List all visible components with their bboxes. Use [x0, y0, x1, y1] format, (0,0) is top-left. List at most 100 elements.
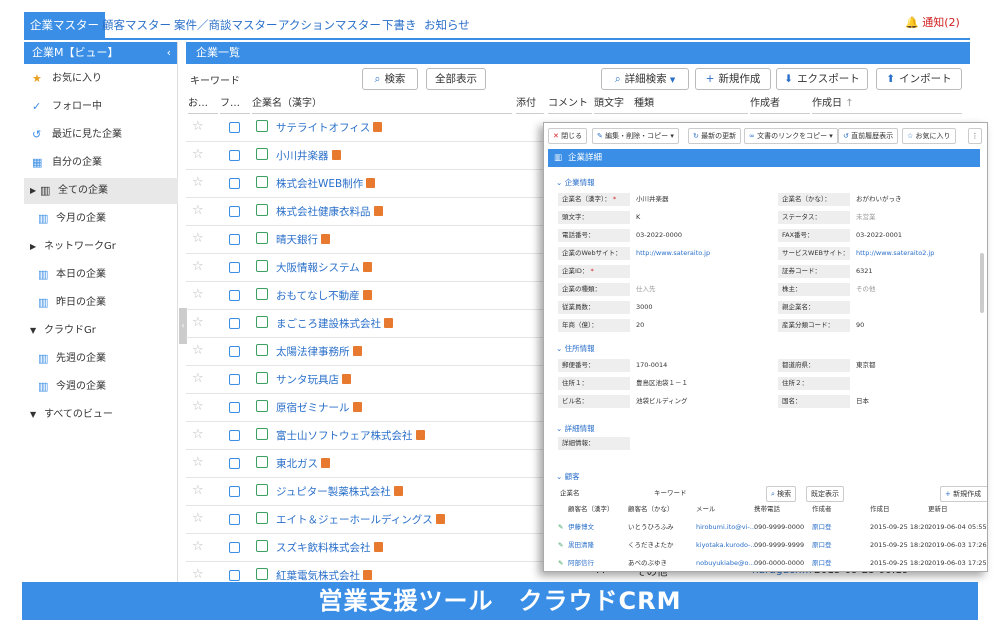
sidebar-item-this-month[interactable]: ▥ 今月の企業	[24, 206, 178, 232]
contact-cell[interactable]: hirobumi.ito@vi-…	[696, 521, 756, 533]
copy-link-button[interactable]: ∞ 文書のリンクをコピー ▾	[744, 128, 838, 144]
follow-checkbox[interactable]	[229, 234, 240, 245]
edit-icon[interactable]	[256, 372, 268, 384]
sidebar-item-cloud-gr[interactable]: ▼ クラウドGr	[24, 318, 178, 344]
follow-checkbox[interactable]	[229, 514, 240, 525]
sidebar-item-following[interactable]: ✓ フォロー中	[24, 94, 178, 120]
company-name-link[interactable]: 株式会社WEB制作	[276, 170, 376, 198]
col-author[interactable]: 作成者	[750, 94, 810, 114]
star-icon[interactable]: ☆	[192, 119, 204, 134]
edit-icon[interactable]	[256, 316, 268, 328]
edit-icon[interactable]	[256, 120, 268, 132]
company-name-link[interactable]: サテライトオフィス	[276, 114, 383, 142]
follow-checkbox[interactable]	[229, 430, 240, 441]
col-initial[interactable]: 頭文字	[594, 94, 634, 114]
tab-action-master[interactable]: アクションマスター	[272, 12, 387, 38]
col-attachment[interactable]: 添付	[516, 94, 544, 114]
star-icon[interactable]: ☆	[192, 175, 204, 190]
edit-icon[interactable]	[256, 428, 268, 440]
follow-checkbox[interactable]	[229, 318, 240, 329]
contact-cell[interactable]: 原口登	[812, 557, 832, 569]
sidebar-item-network-gr[interactable]: ▶ ネットワークGr	[24, 234, 178, 260]
tab-news[interactable]: お知らせ	[418, 12, 476, 38]
star-icon[interactable]: ☆	[192, 455, 204, 470]
close-button[interactable]: ✕ 閉じる	[548, 128, 588, 144]
field-value[interactable]: http://www.sateraito2.jp	[856, 247, 934, 260]
follow-checkbox[interactable]	[229, 570, 240, 581]
company-name-link[interactable]: 原宿ゼミナール	[276, 394, 362, 422]
section-company-info[interactable]: ⌄ 企業情報	[556, 177, 595, 188]
follow-checkbox[interactable]	[229, 290, 240, 301]
edit-menu-button[interactable]: ✎ 編集・削除・コピー ▾	[592, 128, 679, 144]
contact-cell[interactable]: 原口登	[812, 539, 832, 551]
export-button[interactable]: ⬇ エクスポート	[776, 68, 868, 90]
star-icon[interactable]: ☆	[192, 371, 204, 386]
contact-new-button[interactable]: + 新規作成	[940, 486, 987, 502]
star-icon[interactable]: ☆	[192, 539, 204, 554]
company-name-link[interactable]: 大阪情報システム	[276, 254, 372, 282]
more-menu-button[interactable]: ⋮	[968, 128, 982, 144]
col-favorite[interactable]: お…	[188, 94, 218, 114]
star-icon[interactable]: ☆	[192, 231, 204, 246]
star-icon[interactable]: ☆	[192, 343, 204, 358]
edit-icon[interactable]	[256, 148, 268, 160]
edit-icon[interactable]	[256, 456, 268, 468]
field-value[interactable]: http://www.sateraito.jp	[636, 247, 710, 260]
detail-scrollbar[interactable]	[980, 253, 984, 313]
star-icon[interactable]: ☆	[192, 259, 204, 274]
follow-checkbox[interactable]	[229, 178, 240, 189]
edit-icon[interactable]	[256, 232, 268, 244]
company-name-link[interactable]: 晴天銀行	[276, 226, 330, 254]
edit-icon[interactable]	[256, 568, 268, 580]
edit-icon[interactable]	[256, 176, 268, 188]
sidebar-item-last-week[interactable]: ▥ 先週の企業	[24, 346, 178, 372]
contact-cell[interactable]: 伊藤博文	[568, 521, 594, 533]
edit-icon[interactable]	[256, 484, 268, 496]
contact-cell[interactable]: 黒田清隆	[568, 539, 594, 551]
star-icon[interactable]: ☆	[192, 315, 204, 330]
contact-cell[interactable]: 原口登	[812, 521, 832, 533]
sidebar-item-this-week[interactable]: ▥ 今週の企業	[24, 374, 178, 400]
collapse-icon[interactable]: ‹	[167, 42, 171, 64]
contact-cell[interactable]: nobuyukiabe@o…	[696, 557, 755, 569]
follow-checkbox[interactable]	[229, 262, 240, 273]
sidebar-item-mine[interactable]: ▦ 自分の企業	[24, 150, 178, 176]
sidebar-item-favorites[interactable]: ★ お気に入り	[24, 66, 178, 92]
tab-deal-master[interactable]: 案件／商談マスター	[168, 12, 284, 38]
star-icon[interactable]: ☆	[192, 287, 204, 302]
edit-icon[interactable]	[256, 512, 268, 524]
tab-customer-master[interactable]: 顧客マスター	[96, 12, 177, 38]
col-follow[interactable]: フ…	[220, 94, 250, 114]
sidebar-item-recent[interactable]: ↺ 最近に見た企業	[24, 122, 178, 148]
col-created[interactable]: 作成日 ↑	[812, 94, 962, 114]
contact-cell[interactable]: 阿部信行	[568, 557, 594, 569]
company-name-link[interactable]: ジュピター製薬株式会社	[276, 478, 403, 506]
favorite-button[interactable]: ☆ お気に入り	[902, 128, 956, 144]
show-all-button[interactable]: 全部表示	[426, 68, 486, 90]
company-name-link[interactable]: 太陽法律事務所	[276, 338, 362, 366]
refresh-button[interactable]: ↻ 最新の更新	[688, 128, 742, 144]
follow-checkbox[interactable]	[229, 206, 240, 217]
star-icon[interactable]: ☆	[192, 427, 204, 442]
sidebar-item-yesterday[interactable]: ▥ 昨日の企業	[24, 290, 178, 316]
company-name-link[interactable]: 小川井楽器	[276, 142, 341, 170]
company-name-link[interactable]: サンタ玩具店	[276, 366, 351, 394]
company-name-link[interactable]: おもてなし不動産	[276, 282, 372, 310]
tab-drafts[interactable]: 下書き	[376, 12, 423, 38]
follow-checkbox[interactable]	[229, 374, 240, 385]
sidebar-item-today[interactable]: ▥ 本日の企業	[24, 262, 178, 288]
section-contacts[interactable]: ⌄ 顧客	[556, 471, 580, 482]
edit-icon[interactable]: ✎	[558, 539, 563, 551]
company-name-link[interactable]: まごころ建設株式会社	[276, 310, 393, 338]
follow-checkbox[interactable]	[229, 150, 240, 161]
edit-icon[interactable]	[256, 540, 268, 552]
edit-icon[interactable]: ✎	[558, 521, 563, 533]
new-button[interactable]: + 新規作成	[695, 68, 771, 90]
sidebar-item-all[interactable]: ▶ ▥ 全ての企業	[24, 178, 178, 204]
col-company-name[interactable]: 企業名（漢字）	[252, 94, 512, 114]
company-name-link[interactable]: スズキ飲料株式会社	[276, 534, 383, 562]
follow-checkbox[interactable]	[229, 122, 240, 133]
edit-icon[interactable]	[256, 288, 268, 300]
company-name-link[interactable]: エイト＆ジェーホールディングス	[276, 506, 445, 534]
search-button[interactable]: ⌕ 検索	[362, 68, 418, 90]
